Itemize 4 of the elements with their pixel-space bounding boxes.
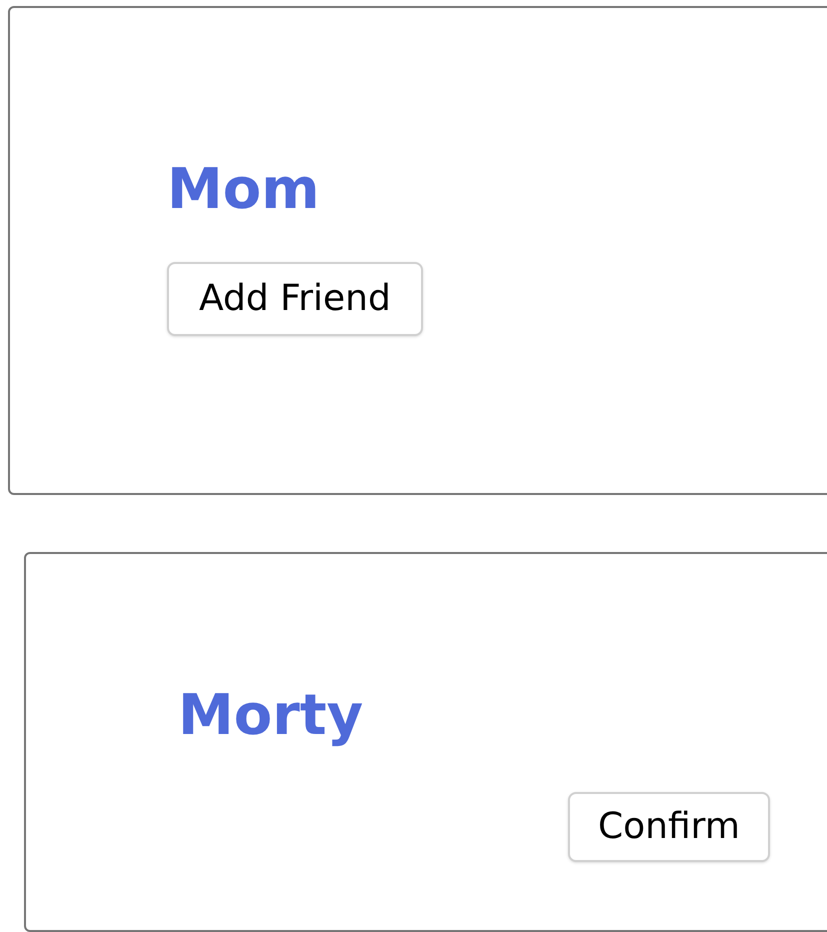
- action-button[interactable]: Add Friend: [167, 262, 423, 336]
- action-button[interactable]: Confirm: [568, 792, 770, 862]
- contact-name: Mom: [167, 158, 320, 222]
- contact-name: Morty: [178, 684, 364, 748]
